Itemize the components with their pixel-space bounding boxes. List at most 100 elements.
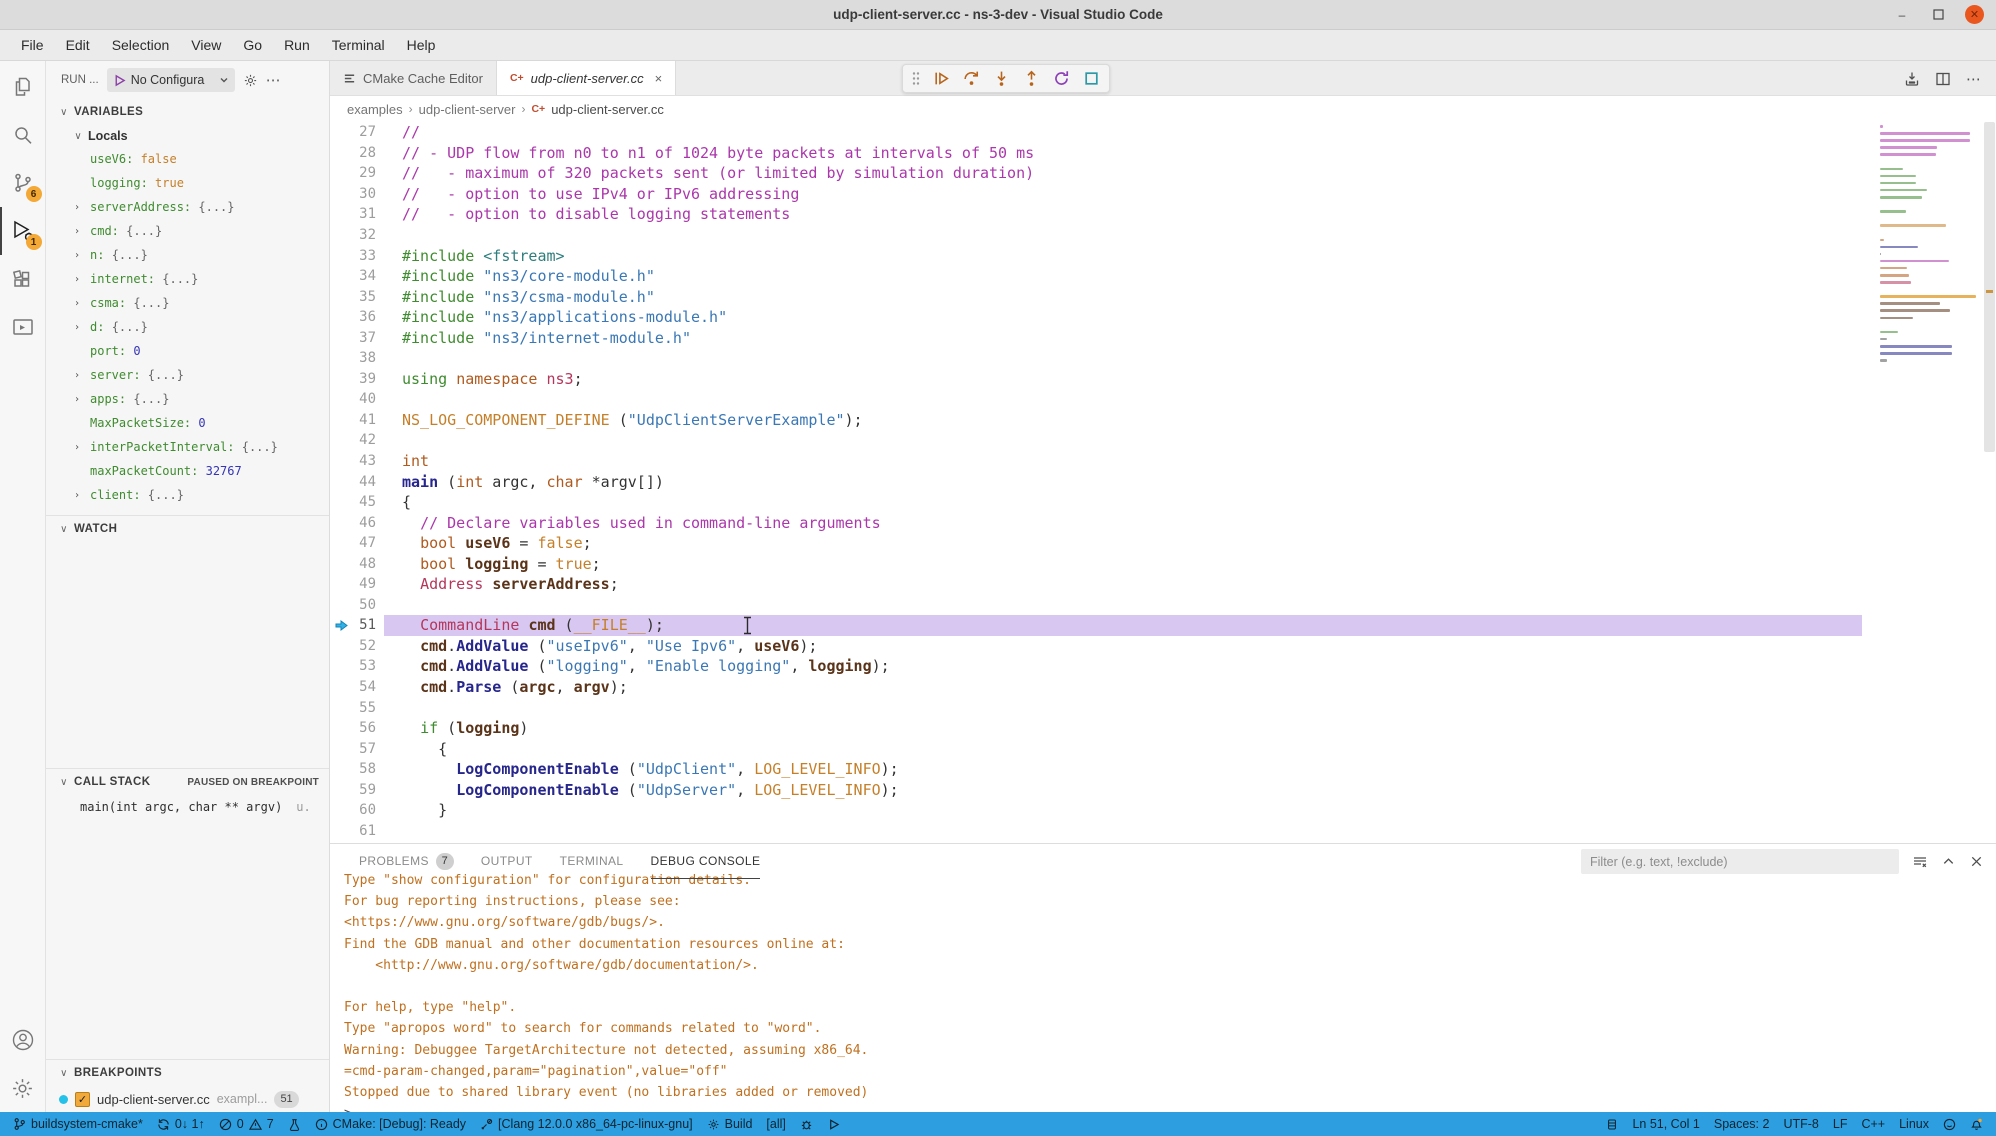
code-line-35[interactable]: 35#include "ns3/csma-module.h" <box>330 286 1996 307</box>
code-line-46[interactable]: 46 // Declare variables used in command-… <box>330 512 1996 533</box>
panel-tab-output[interactable]: OUTPUT <box>481 844 533 879</box>
breakpoint-row[interactable]: ✓ udp-client-server.cc exampl... 51 <box>46 1086 329 1112</box>
code-line-42[interactable]: 42 <box>330 430 1996 451</box>
chevron-right-icon[interactable]: › <box>74 394 90 405</box>
breadcrumb-item-udp-client-server[interactable]: udp-client-server <box>419 102 516 117</box>
console-prompt[interactable]: > <box>344 1103 1996 1112</box>
code-line-48[interactable]: 48 bool logging = true; <box>330 553 1996 574</box>
drag-grip-icon[interactable] <box>912 71 920 86</box>
line-number[interactable]: 60 <box>330 802 376 818</box>
line-number[interactable]: 58 <box>330 761 376 777</box>
indentation[interactable]: Spaces: 2 <box>1707 1112 1777 1136</box>
step-into-icon[interactable] <box>993 70 1010 87</box>
variable-row-useV6[interactable]: useV6: false <box>46 147 329 171</box>
chevron-right-icon[interactable]: › <box>74 322 90 333</box>
encoding[interactable]: UTF-8 <box>1776 1112 1825 1136</box>
close-icon[interactable]: × <box>655 71 663 86</box>
line-number[interactable]: 59 <box>330 782 376 798</box>
restart-icon[interactable] <box>1053 70 1070 87</box>
variable-row-logging[interactable]: logging: true <box>46 171 329 195</box>
line-number[interactable]: 36 <box>330 309 376 325</box>
stop-icon[interactable] <box>1083 70 1100 87</box>
code-line-44[interactable]: 44main (int argc, char *argv[]) <box>330 471 1996 492</box>
minimap[interactable] <box>1880 125 1978 373</box>
call-stack-section-header[interactable]: ∨ CALL STACK PAUSED ON BREAKPOINT <box>46 769 329 795</box>
launch-target-button[interactable] <box>820 1112 847 1136</box>
breadcrumb-item-udp-client-server.cc[interactable]: udp-client-server.cc <box>551 102 664 117</box>
editor-scrollbar[interactable] <box>1983 122 1996 843</box>
chevron-right-icon[interactable]: › <box>74 442 90 453</box>
stack-frame-row[interactable]: main(int argc, char ** argv) u. <box>46 795 329 819</box>
step-over-icon[interactable] <box>963 70 980 87</box>
code-line-56[interactable]: 56 if (logging) <box>330 718 1996 739</box>
cmake-kit[interactable]: [Clang 12.0.0 x86_64-pc-linux-gnu] <box>473 1112 700 1136</box>
variable-row-internet[interactable]: ›internet: {...} <box>46 267 329 291</box>
account-icon[interactable] <box>0 1016 46 1064</box>
code-line-31[interactable]: 31// - option to disable logging stateme… <box>330 204 1996 225</box>
line-number[interactable]: 28 <box>330 145 376 161</box>
chevron-right-icon[interactable]: › <box>74 226 90 237</box>
menu-item-help[interactable]: Help <box>396 33 447 57</box>
build-button[interactable]: Build <box>700 1112 760 1136</box>
variable-row-n[interactable]: ›n: {...} <box>46 243 329 267</box>
os-indicator[interactable]: Linux <box>1892 1112 1936 1136</box>
code-line-30[interactable]: 30// - option to use IPv4 or IPv6 addres… <box>330 184 1996 205</box>
code-line-40[interactable]: 40 <box>330 389 1996 410</box>
chevron-right-icon[interactable]: › <box>74 250 90 261</box>
tab-cmake-cache-editor[interactable]: CMake Cache Editor <box>330 61 497 95</box>
variable-row-client[interactable]: ›client: {...} <box>46 483 329 507</box>
menu-item-view[interactable]: View <box>180 33 232 57</box>
problems-indicator[interactable]: 0 7 <box>212 1112 281 1136</box>
code-line-50[interactable]: 50 <box>330 595 1996 616</box>
cmake-status[interactable]: CMake: [Debug]: Ready <box>308 1112 473 1136</box>
line-number[interactable]: 55 <box>330 700 376 716</box>
line-number[interactable]: 46 <box>330 515 376 531</box>
line-number[interactable]: 32 <box>330 227 376 243</box>
line-number[interactable]: 53 <box>330 658 376 674</box>
chevron-right-icon[interactable]: › <box>74 202 90 213</box>
code-editor[interactable]: 27//28// - UDP flow from n0 to n1 of 102… <box>330 122 1996 843</box>
line-number[interactable]: 45 <box>330 494 376 510</box>
breakpoint-checkbox[interactable]: ✓ <box>75 1092 90 1107</box>
code-line-58[interactable]: 58 LogComponentEnable ("UdpClient", LOG_… <box>330 759 1996 780</box>
panel-tab-debug-console[interactable]: DEBUG CONSOLE <box>651 844 761 879</box>
line-number[interactable]: 39 <box>330 371 376 387</box>
panel-tab-terminal[interactable]: TERMINAL <box>560 844 624 879</box>
variable-row-cmd[interactable]: ›cmd: {...} <box>46 219 329 243</box>
variable-row-server[interactable]: ›server: {...} <box>46 363 329 387</box>
code-line-51[interactable]: 51 CommandLine cmd (__FILE__); <box>330 615 1996 636</box>
split-editor-icon[interactable] <box>1935 71 1951 87</box>
variable-row-interPacketInterval[interactable]: ›interPacketInterval: {...} <box>46 435 329 459</box>
menu-item-terminal[interactable]: Terminal <box>321 33 396 57</box>
chevron-right-icon[interactable]: › <box>74 370 90 381</box>
variable-row-apps[interactable]: ›apps: {...} <box>46 387 329 411</box>
line-number[interactable]: 38 <box>330 350 376 366</box>
code-line-36[interactable]: 36#include "ns3/applications-module.h" <box>330 307 1996 328</box>
code-line-45[interactable]: 45{ <box>330 492 1996 513</box>
code-line-57[interactable]: 57 { <box>330 738 1996 759</box>
menu-item-file[interactable]: File <box>10 33 55 57</box>
step-out-icon[interactable] <box>1023 70 1040 87</box>
settings-gear-icon[interactable] <box>0 1064 46 1112</box>
line-number[interactable]: 61 <box>330 823 376 839</box>
clear-console-icon[interactable] <box>1912 854 1928 870</box>
variable-row-csma[interactable]: ›csma: {...} <box>46 291 329 315</box>
line-number[interactable]: 41 <box>330 412 376 428</box>
code-line-39[interactable]: 39using namespace ns3; <box>330 369 1996 390</box>
code-line-29[interactable]: 29// - maximum of 320 packets sent (or l… <box>330 163 1996 184</box>
branch-indicator[interactable]: buildsystem-cmake* <box>6 1112 150 1136</box>
search-icon[interactable] <box>0 111 46 159</box>
sync-indicator[interactable]: 0↓ 1↑ <box>150 1112 212 1136</box>
line-number[interactable]: 50 <box>330 597 376 613</box>
cursor-position[interactable]: Ln 51, Col 1 <box>1625 1112 1706 1136</box>
watch-section-header[interactable]: ∨ WATCH <box>46 516 329 542</box>
line-number[interactable]: 57 <box>330 741 376 757</box>
line-number[interactable]: 35 <box>330 289 376 305</box>
menu-item-go[interactable]: Go <box>232 33 273 57</box>
code-line-60[interactable]: 60 } <box>330 800 1996 821</box>
close-button[interactable]: ✕ <box>1965 5 1984 24</box>
code-line-61[interactable]: 61 <box>330 821 1996 842</box>
test-explorer-icon[interactable] <box>0 303 46 351</box>
menu-item-selection[interactable]: Selection <box>101 33 181 57</box>
line-number[interactable]: 54 <box>330 679 376 695</box>
